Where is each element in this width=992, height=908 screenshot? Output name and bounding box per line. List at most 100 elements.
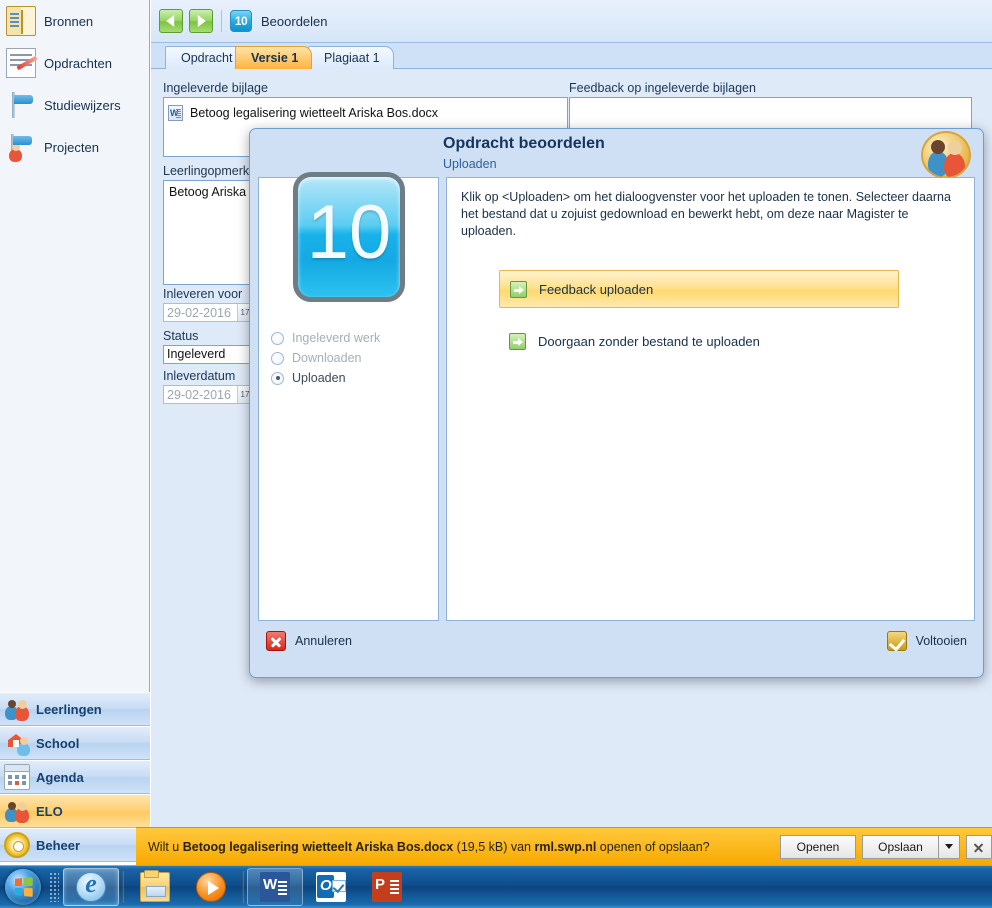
word-document-icon [168,105,183,121]
taskbar-grip-handle[interactable] [49,872,59,902]
status-value: Ingeleverd [163,345,253,364]
people-icon [4,798,30,824]
close-icon[interactable] [966,834,992,859]
due-date-value: 29-02-2016 [167,305,231,320]
magister-logo-text: 10 [306,190,392,275]
book-icon [6,6,36,36]
action-label: Doorgaan zonder bestand te uploaden [538,333,760,349]
signpost-icon [6,90,36,120]
sidebar-item-label: Studiewijzers [44,97,121,113]
sidebar-item-label: Opdrachten [44,55,112,71]
sidebar-item-label: Projecten [44,139,99,155]
attachment-item[interactable]: Betoog legalisering wietteelt Ariska Bos… [164,102,567,124]
taskbar-outlook[interactable] [303,868,359,906]
red-x-icon [266,631,286,651]
step-uploaden[interactable]: Uploaden [271,368,380,388]
signpost-person-icon [6,132,36,162]
download-host: rml.swp.nl [534,839,597,854]
taskbar-powerpoint[interactable] [359,868,415,906]
internet-explorer-icon [76,869,106,902]
sidebar-module-leerlingen[interactable]: Leerlingen [0,692,150,726]
taskbar-divider [122,871,124,903]
download-message: Wilt u Betoog legalisering wietteelt Ari… [148,840,780,854]
dialog-title: Opdracht beoordelen [443,135,605,152]
attachment-label: Ingeleverde bijlage [163,81,268,95]
cancel-label: Annuleren [295,634,352,648]
taskbar-media-player[interactable] [183,868,239,906]
taskbar-word[interactable] [247,868,303,906]
step-radio-group: Ingeleverd werk Downloaden Uploaden [271,328,380,388]
save-split-button: Opslaan [862,834,960,859]
step-downloaden[interactable]: Downloaden [271,348,380,368]
taskbar-internet-explorer[interactable] [63,868,119,906]
sidebar-module-school[interactable]: School [0,726,150,760]
sidebar-module-beheer[interactable]: Beheer [0,828,150,862]
sidebar-item-label: Bronnen [44,13,94,29]
finish-button[interactable]: Voltooien [886,631,967,651]
school-icon [4,730,30,756]
arrow-left-icon[interactable] [159,9,183,33]
tab-label: Plagiaat 1 [324,51,380,65]
radio-button-icon[interactable] [271,331,284,345]
step-label: Uploaden [292,371,346,385]
grade-assignment-dialog: Opdracht beoordelen Uploaden 10 Ingeleve… [249,128,984,678]
windows-taskbar [0,865,992,908]
step-ingeleverd-werk[interactable]: Ingeleverd werk [271,328,380,348]
windows-start-orb-icon[interactable] [1,867,45,907]
module-label: Agenda [36,769,84,785]
student-remark-value: Betoog Ariska [169,185,247,199]
dialog-instruction-text: Klik op <Uploaden> om het dialoogvenster… [461,190,951,238]
download-notification-bar: Wilt u Betoog legalisering wietteelt Ari… [136,827,992,865]
sidebar-item-projecten[interactable]: Projecten [0,126,150,168]
tab-label: Opdracht [181,51,233,65]
radio-button-selected-icon[interactable] [271,371,284,385]
radio-button-icon[interactable] [271,351,284,365]
green-arrow-icon [510,280,527,298]
module-label: Beheer [36,837,81,853]
sidebar-item-opdrachten[interactable]: Opdrachten [0,42,150,84]
attachment-filename: Betoog legalisering wietteelt Ariska Bos… [190,106,439,120]
sidebar-module-agenda[interactable]: Agenda [0,760,150,794]
sidebar-item-studiewijzers[interactable]: Studiewijzers [0,84,150,126]
action-feedback-uploaden[interactable]: Feedback uploaden [499,270,899,308]
feedback-label: Feedback op ingeleverde bijlagen [569,81,756,95]
dialog-content-panel: Klik op <Uploaden> om het dialoogvenster… [446,177,975,621]
open-button[interactable]: Openen [780,834,856,859]
yellow-check-icon [886,631,907,651]
tab-versie-1[interactable]: Versie 1 [235,46,313,69]
sidebar-item-bronnen[interactable]: Bronnen [0,0,150,42]
submitted-date-value: 29-02-2016 [167,387,231,402]
word-icon [260,872,290,902]
tab-strip: Opdracht Versie 1 Plagiaat 1 [151,43,992,69]
action-doorgaan-zonder-bestand[interactable]: Doorgaan zonder bestand te uploaden [499,322,899,360]
module-label: Leerlingen [36,701,102,717]
media-player-icon [196,872,226,902]
dialog-footer: Annuleren Voltooien [250,621,983,677]
download-prefix: Wilt u [148,839,183,854]
taskbar-file-explorer[interactable] [127,868,183,906]
two-people-avatar-icon [921,131,971,179]
module-label: School [36,735,80,751]
status-section: Status Ingeleverd [163,329,253,364]
chevron-down-icon[interactable] [938,834,960,859]
due-date-input[interactable]: 29-02-2016 17 [163,303,253,322]
magister-logo-icon: 10 [293,172,405,302]
arrow-right-icon[interactable] [189,9,213,33]
magister-badge-icon: 10 [230,10,252,32]
dialog-subtitle: Uploaden [443,157,497,171]
tab-label: Versie 1 [251,51,299,65]
submitted-date-input[interactable]: 29-02-2016 17 [163,385,253,404]
sidebar-module-elo[interactable]: ELO [0,794,150,828]
app-window: Bronnen Opdrachten Studiewijzers Project… [0,0,992,908]
step-label: Downloaden [292,351,362,365]
save-button[interactable]: Opslaan [862,834,938,859]
toolbar-divider [221,10,222,32]
download-filename: Betoog legalisering wietteelt Ariska Bos… [182,839,454,854]
due-date-section: Inleveren voor 29-02-2016 17 [163,287,253,322]
tab-plagiaat-1[interactable]: Plagiaat 1 [308,46,394,69]
download-size: (19,5 kB) van [453,839,535,854]
cancel-button[interactable]: Annuleren [266,631,352,651]
powerpoint-icon [372,872,402,902]
navigation-toolbar: 10 Beoordelen [151,0,992,43]
submitted-date-label: Inleverdatum [163,369,236,383]
